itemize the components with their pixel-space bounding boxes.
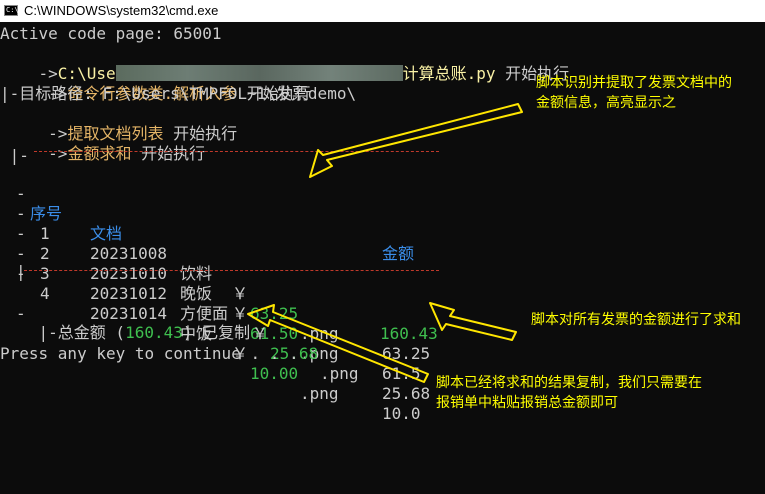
arrow-to-sum bbox=[429, 302, 517, 341]
annotation-arrows bbox=[247, 103, 523, 383]
arrow-to-total bbox=[247, 304, 429, 383]
arrow-to-amounts bbox=[309, 103, 523, 178]
